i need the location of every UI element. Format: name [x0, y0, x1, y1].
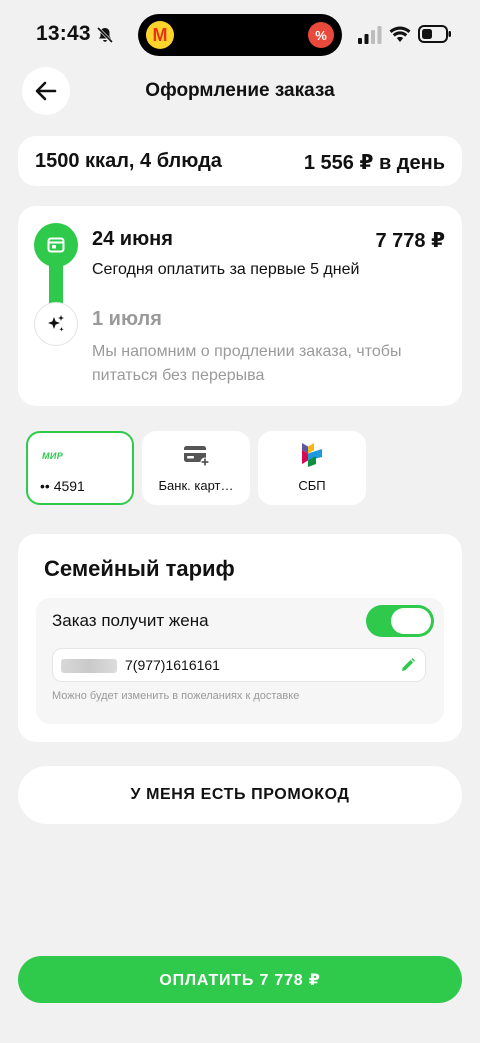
family-tariff-card: Семейный тариф Заказ получит жена 7(977)… — [18, 534, 462, 742]
bell-off-icon — [96, 26, 114, 44]
step-description-future: Мы напомним о продлении заказа, чтобы пи… — [92, 343, 402, 384]
dynamic-island: M % — [138, 14, 342, 56]
payment-method-sbp[interactable]: СБП — [258, 431, 366, 505]
payment-schedule-card: 24 июня 7 778 ₽ Сегодня оплатить за перв… — [18, 206, 462, 406]
cellular-signal-icon — [358, 26, 382, 44]
payment-method-bank-card[interactable]: Банк. карт… — [142, 431, 250, 505]
payment-method-mir-card[interactable]: МИР •• 4591 — [26, 431, 134, 505]
add-card-icon — [184, 446, 210, 467]
timeline-step-current — [34, 223, 78, 267]
step-amount-current: 7 778 ₽ — [375, 230, 445, 252]
price-per-day: 1 556 ₽ в день — [303, 152, 445, 174]
pencil-icon[interactable] — [401, 658, 415, 672]
recipient-phone-field[interactable]: 7(977)1616161 — [52, 648, 426, 682]
family-tariff-title: Семейный тариф — [44, 556, 235, 581]
sparkles-icon — [48, 315, 64, 332]
market-app-icon: M — [146, 21, 174, 49]
wifi-icon — [389, 26, 411, 42]
recipient-toggle-label: Заказ получит жена — [52, 611, 209, 630]
bank-card-label: Банк. карт… — [158, 478, 234, 493]
card-number-masked: •• 4591 — [40, 478, 85, 494]
pay-button[interactable]: ОПЛАТИТЬ 7 778 ₽ — [18, 956, 462, 1003]
plan-summary-card: 1500 ккал, 4 блюда 1 556 ₽ в день — [18, 136, 462, 186]
sbp-label: СБП — [298, 478, 326, 493]
phone-hint: Можно будет изменить в пожеланиях к дост… — [52, 690, 300, 702]
recipient-phone: 7(977)1616161 — [125, 657, 220, 673]
promo-code-button[interactable]: У МЕНЯ ЕСТЬ ПРОМОКОД — [18, 766, 462, 824]
blurred-name — [61, 659, 117, 673]
step-date-future: 1 июля — [92, 308, 162, 330]
timeline-step-future — [34, 302, 78, 346]
recipient-toggle[interactable] — [366, 605, 434, 637]
battery-icon — [418, 25, 451, 43]
step-date-current: 24 июня — [92, 228, 173, 250]
calendar-icon — [47, 237, 65, 253]
mir-logo: МИР — [42, 451, 64, 461]
plan-description: 1500 ккал, 4 блюда — [35, 150, 222, 172]
sbp-logo-icon — [302, 443, 322, 467]
discount-app-icon: % — [308, 22, 334, 48]
step-description-current: Сегодня оплатить за первые 5 дней — [92, 261, 360, 278]
toggle-knob — [391, 608, 431, 634]
status-bar: 13:43 M % — [0, 0, 480, 70]
recipient-block: Заказ получит жена 7(977)1616161 Можно б… — [36, 598, 444, 724]
status-time: 13:43 — [36, 22, 91, 45]
page-title: Оформление заказа — [145, 80, 335, 101]
